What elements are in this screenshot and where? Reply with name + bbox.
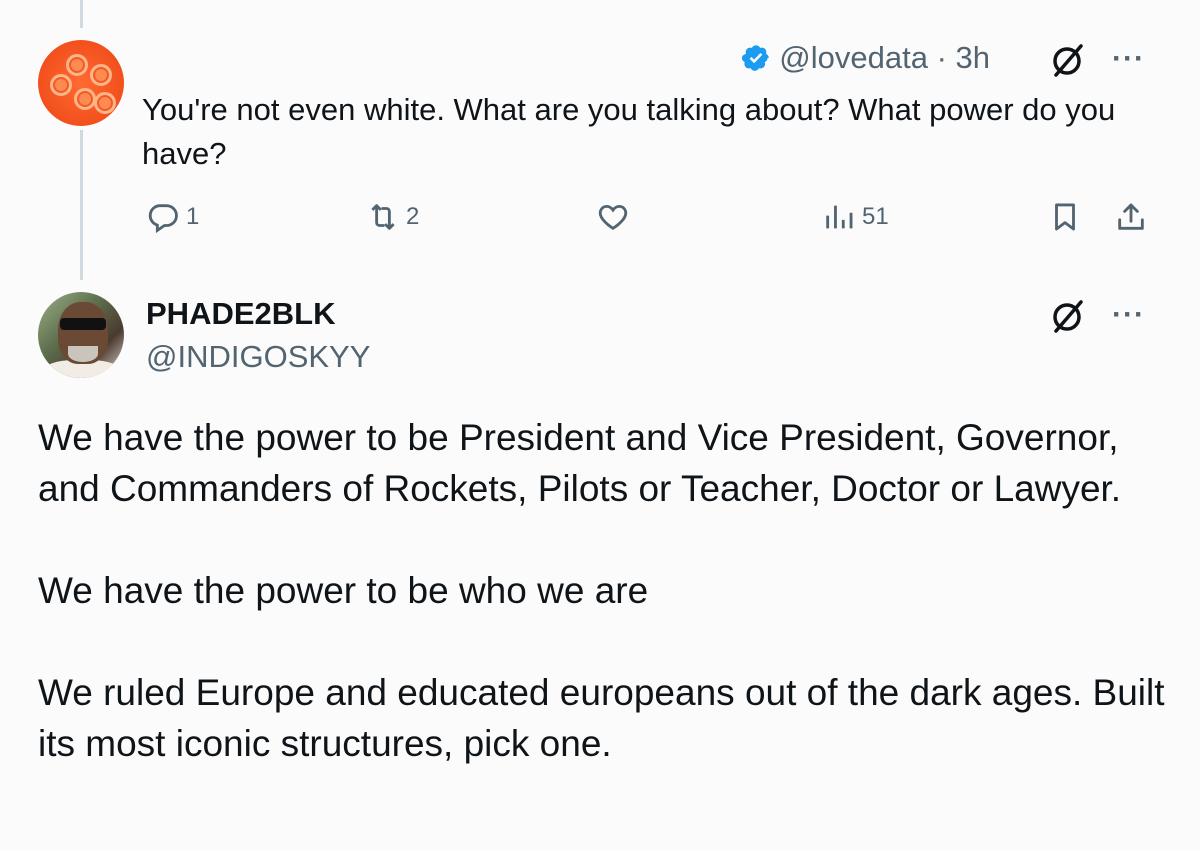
orange-slice (66, 54, 88, 76)
thread-line-top (80, 0, 83, 28)
phade2blk-avatar[interactable] (38, 292, 124, 378)
like-button[interactable] (596, 200, 630, 234)
orange-slice (94, 92, 116, 114)
author-handle[interactable]: @INDIGOSKYY (146, 339, 370, 375)
grok-slash-icon[interactable] (1048, 40, 1088, 80)
more-icon[interactable]: ··· (1112, 44, 1145, 74)
orange-slice (50, 74, 72, 96)
reply-count: 1 (186, 203, 200, 230)
verified-badge-icon (742, 45, 770, 71)
tweet-paragraph: We have the power to be President and Vi… (38, 417, 1122, 509)
bookmark-icon (1055, 203, 1075, 231)
views-icon (826, 205, 853, 229)
grok-slash-icon[interactable] (1048, 296, 1088, 336)
views-count: 51 (862, 203, 889, 230)
tweet-paragraph: We ruled Europe and educated europeans o… (38, 672, 1165, 764)
reply-icon (148, 204, 178, 234)
avatar-sunglasses (60, 318, 106, 330)
repost-icon (371, 204, 395, 230)
views-button[interactable]: 51 (822, 200, 889, 234)
author-name[interactable]: PHADE2BLK (146, 296, 335, 332)
reply-button[interactable]: 1 (146, 200, 199, 234)
more-icon[interactable]: ··· (1112, 300, 1145, 330)
repost-count: 2 (406, 203, 420, 230)
reply-actions: 1 2 51 (0, 200, 1200, 240)
tweet-paragraph: We have the power to be who we are (38, 570, 649, 611)
tweet-body: We have the power to be President and Vi… (38, 412, 1168, 769)
reply-text: You're not even white. What are you talk… (142, 92, 1116, 171)
like-icon (598, 204, 628, 230)
share-icon (1118, 203, 1144, 230)
reply-header: @lovedata · 3h (741, 40, 990, 76)
orange-slice (74, 88, 96, 110)
avatar-beard (68, 346, 98, 362)
repost-button[interactable]: 2 (366, 200, 419, 234)
bookmark-button[interactable] (1048, 200, 1082, 234)
orange-slice (90, 64, 112, 86)
share-button[interactable] (1114, 200, 1148, 234)
lovedata-avatar[interactable] (38, 40, 124, 126)
reply-handle-time[interactable]: @lovedata · 3h (779, 40, 990, 76)
